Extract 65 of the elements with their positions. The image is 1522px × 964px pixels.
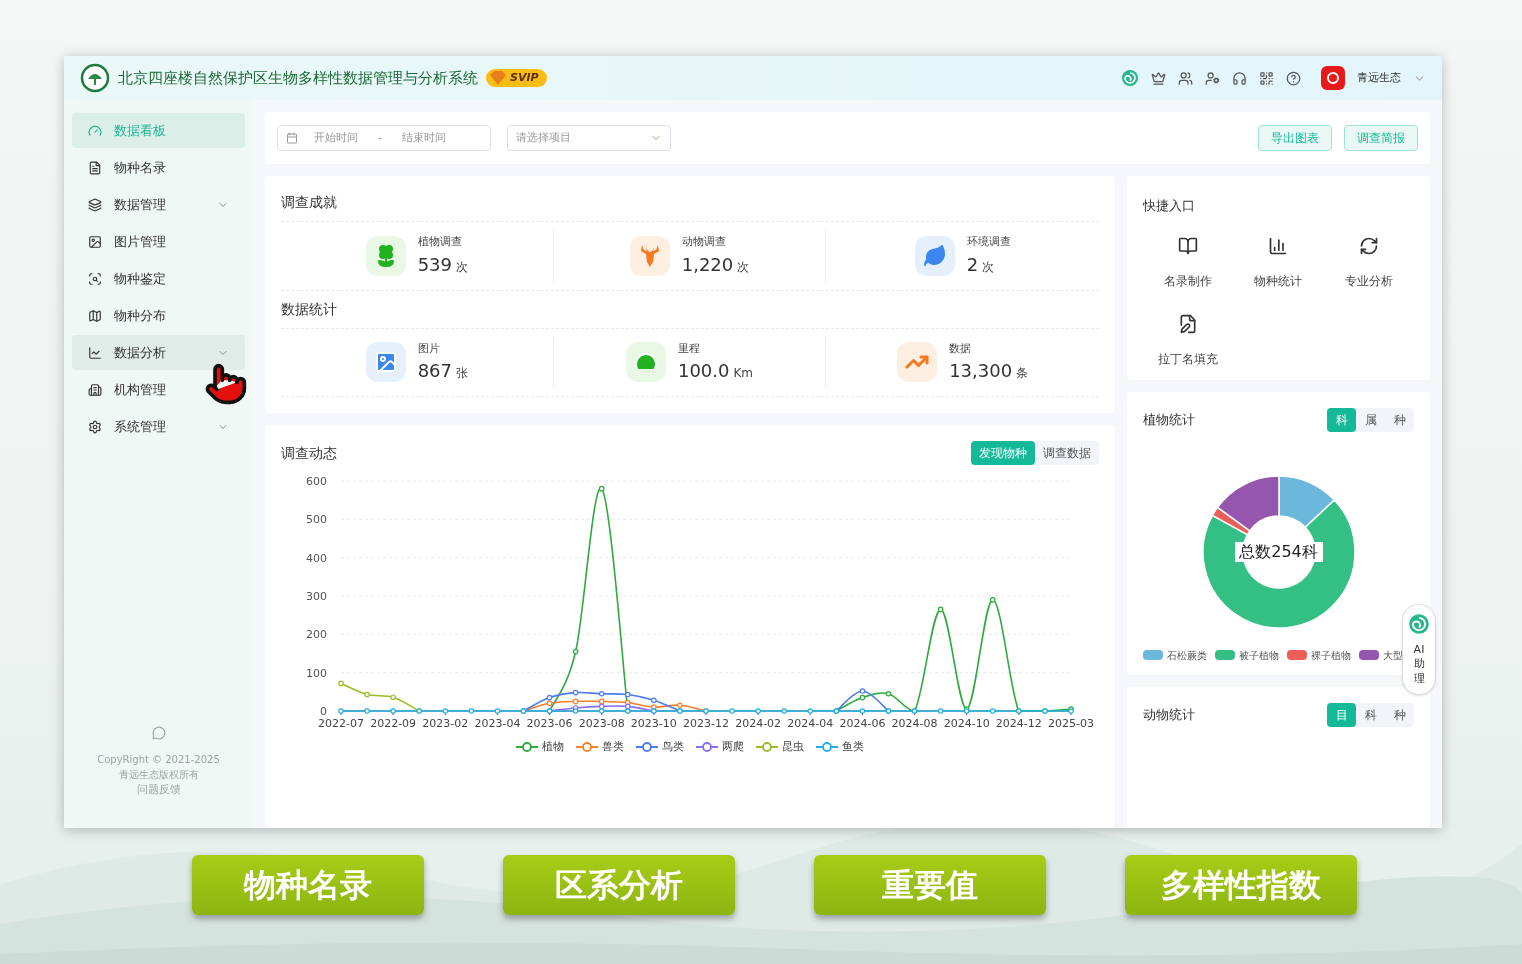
section-title: 调查成就 <box>281 192 1099 222</box>
stat-unit: 张 <box>456 365 468 382</box>
stat-label: 植物调查 <box>417 234 463 250</box>
owner-text: 青远生态版权所有 <box>118 767 199 782</box>
stat-label: 图片 <box>417 340 441 357</box>
axis-label: 2024-06 <box>839 717 886 730</box>
legend-label: 裸子植物 <box>1311 648 1351 663</box>
legend-label: 兽类 <box>602 739 624 755</box>
axis-label: 2024-04 <box>787 717 834 730</box>
section-title: 调查动态 <box>281 443 337 463</box>
stat-value: 2 <box>966 252 979 277</box>
stat-value: 539 <box>417 252 452 277</box>
axis-label: 400 <box>306 551 327 565</box>
axis-label: 100 <box>306 666 327 680</box>
axis-label: 2023-12 <box>683 717 729 730</box>
stat-label: 里程 <box>677 340 701 357</box>
axis-label: 2022-09 <box>370 717 417 730</box>
legend-label: 鸟类 <box>662 739 684 755</box>
stat-value: 13,300 <box>949 359 1013 383</box>
app-title: 北京四座楼自然保护区生物多样性数据管理与分析系统 <box>118 67 478 89</box>
legend-label: 鱼类 <box>842 739 864 755</box>
start-date-placeholder: 开始时间 <box>314 129 358 146</box>
axis-label: 600 <box>306 475 327 488</box>
axis-label: 2024-08 <box>891 717 938 730</box>
stat-label: 动物调查 <box>681 234 727 250</box>
section-title: 动物统计 <box>1143 705 1195 724</box>
legend-label: 大型 <box>1383 648 1403 663</box>
axis-label: 300 <box>306 590 327 603</box>
axis-label: 200 <box>306 628 327 642</box>
end-date-placeholder: 结束时间 <box>402 129 446 146</box>
section-title: 快捷入口 <box>1143 197 1196 215</box>
axis-label: 0 <box>320 705 327 718</box>
stat-value: 100.0 <box>677 359 730 383</box>
section-title: 数据统计 <box>281 298 1099 329</box>
date-separator: - <box>378 129 382 146</box>
axis-label: 2023-02 <box>422 717 469 730</box>
stat-unit: 次 <box>982 258 995 276</box>
stat-unit: 次 <box>737 258 750 276</box>
axis-label: 500 <box>306 513 327 527</box>
axis-label: 2025-03 <box>1048 717 1094 730</box>
stat-unit: 条 <box>1016 365 1029 382</box>
axis-label: 2024-02 <box>735 717 782 730</box>
stat-value: 1,220 <box>681 252 734 277</box>
copyright-text: CopyRight © 2021-2025 <box>97 752 220 767</box>
axis-label: 2023-04 <box>474 717 521 730</box>
stat-unit: 次 <box>456 258 468 276</box>
legend-label: 昆虫 <box>782 739 804 755</box>
stat-unit: Km <box>733 365 754 382</box>
stat-label: 数据 <box>949 340 973 357</box>
axis-label: 2022-07 <box>318 717 364 730</box>
axis-label: 2023-06 <box>526 717 573 730</box>
axis-label: 2024-10 <box>943 717 990 730</box>
donut-center-label: 总数254科 <box>1234 541 1323 562</box>
legend-label: 两爬 <box>722 739 744 755</box>
legend-label: 石松蕨类 <box>1167 648 1207 663</box>
stat-label: 环境调查 <box>966 234 1011 250</box>
axis-label: 2023-08 <box>578 717 625 730</box>
stat-value: 867 <box>417 359 452 383</box>
axis-label: 2023-10 <box>630 717 677 730</box>
axis-label: 2024-12 <box>995 717 1042 730</box>
section-title: 植物统计 <box>1143 410 1195 429</box>
legend-label: 植物 <box>542 739 564 755</box>
legend-label: 被子植物 <box>1239 648 1279 663</box>
project-placeholder: 请选择项目 <box>516 129 571 146</box>
svip-badge: SVIP <box>486 69 547 87</box>
